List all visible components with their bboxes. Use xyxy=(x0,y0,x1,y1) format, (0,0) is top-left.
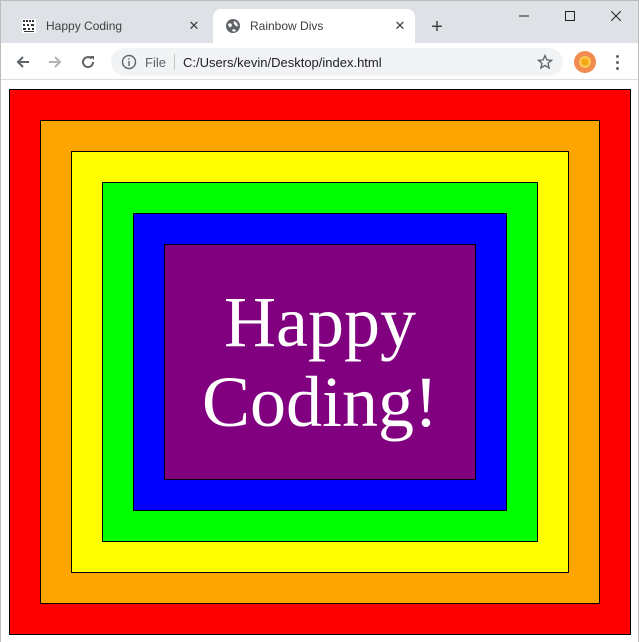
browser-toolbar: File C:/Users/kevin/Desktop/index.html xyxy=(1,43,638,80)
forward-arrow-icon[interactable] xyxy=(42,49,68,75)
separator xyxy=(173,54,175,70)
new-tab-button[interactable]: + xyxy=(425,15,449,39)
close-window-icon[interactable] xyxy=(593,1,639,31)
close-tab-icon[interactable]: ✕ xyxy=(185,17,203,35)
tab-strip: Happy Coding ✕ Rainbow Divs ✕ + xyxy=(1,1,638,43)
minimize-icon[interactable] xyxy=(501,1,547,31)
tab-rainbow-divs[interactable]: Rainbow Divs ✕ xyxy=(213,9,415,43)
tab-title: Rainbow Divs xyxy=(250,19,324,33)
url-text[interactable]: C:/Users/kevin/Desktop/index.html xyxy=(183,55,535,70)
info-icon[interactable] xyxy=(121,54,137,70)
browser-window: Happy Coding ✕ Rainbow Divs ✕ + File C:/… xyxy=(0,0,639,642)
tab-happy-coding[interactable]: Happy Coding ✕ xyxy=(9,9,209,43)
heading-line-2: Coding! xyxy=(201,362,438,442)
page-viewport: Happy Coding! xyxy=(1,80,638,642)
profile-avatar-icon[interactable] xyxy=(574,51,596,73)
scheme-label: File xyxy=(145,54,166,70)
page-heading: Happy Coding! xyxy=(202,282,438,442)
address-bar[interactable]: File C:/Users/kevin/Desktop/index.html xyxy=(111,48,563,76)
purple-div: Happy Coding! xyxy=(164,244,476,480)
bookmark-star-icon[interactable] xyxy=(535,52,555,72)
tab-title: Happy Coding xyxy=(46,19,123,33)
happy-coding-logo-icon xyxy=(21,18,37,34)
heading-line-1: Happy xyxy=(224,282,416,362)
maximize-icon[interactable] xyxy=(547,1,593,31)
globe-icon xyxy=(225,18,241,34)
reload-icon[interactable] xyxy=(75,49,101,75)
close-tab-icon[interactable]: ✕ xyxy=(391,17,409,35)
back-arrow-icon[interactable] xyxy=(10,49,36,75)
more-menu-icon[interactable] xyxy=(607,51,627,73)
